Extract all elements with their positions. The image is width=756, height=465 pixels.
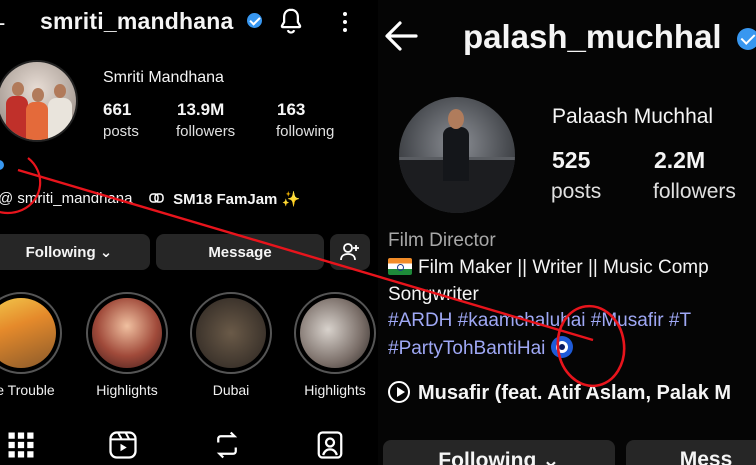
fam-jam-label: SM18 FamJam ✨ (173, 191, 301, 208)
threads-handle: smriti_mandhana (17, 190, 133, 207)
followers-label[interactable]: followers (176, 123, 235, 140)
profile-music-link[interactable]: Musafir (feat. Atif Aslam, Palak M (388, 381, 731, 405)
message-button[interactable]: Message (156, 234, 324, 270)
bio-line: #PartyTohBantiHai (388, 336, 574, 360)
followers-label-right[interactable]: followers (653, 180, 736, 204)
highlight-label: Dubai (212, 382, 250, 398)
following-label[interactable]: following (276, 123, 334, 140)
profile-avatar[interactable] (0, 60, 78, 142)
followers-count[interactable]: 13.9M (177, 100, 224, 120)
profile-username: smriti_mandhana (40, 8, 234, 34)
posts-label[interactable]: posts (103, 123, 139, 140)
bio-line: Songwriter (388, 284, 479, 305)
story-indicator-dot (0, 160, 4, 170)
play-icon (388, 381, 410, 403)
verified-badge-icon (737, 28, 756, 50)
music-title: Musafir (feat. Atif Aslam, Palak M (418, 382, 732, 404)
highlight-2[interactable] (294, 292, 376, 374)
left-profile-screenshot: - smriti_mandhana Smriti Mandhana 661 po… (0, 0, 378, 465)
profile-display-name: Smriti Mandhana (103, 69, 224, 86)
highlight-label: ble Trouble (0, 382, 55, 398)
threads-handle-link[interactable]: @ smriti_mandhana (0, 190, 132, 207)
bio-line: Film Maker || Writer || Music Comp (388, 257, 709, 279)
posts-count-right[interactable]: 525 (552, 147, 590, 174)
repost-icon[interactable] (212, 430, 242, 460)
link-icon (149, 193, 164, 203)
posts-label-right[interactable]: posts (551, 180, 601, 204)
following-count[interactable]: 163 (277, 100, 305, 120)
tagged-icon[interactable] (315, 430, 345, 460)
reels-icon[interactable] (108, 430, 138, 460)
bio-hashtag[interactable]: #PartyTohBantiHai (388, 338, 545, 359)
highlight-double-trouble[interactable] (0, 292, 62, 374)
following-button[interactable]: Following ⌄ (0, 234, 150, 270)
highlight-label: Highlights (304, 382, 366, 398)
more-icon[interactable] (338, 11, 352, 33)
evil-eye-icon (551, 336, 574, 358)
threads-icon: @ (0, 190, 13, 207)
posts-count[interactable]: 661 (103, 100, 131, 120)
add-user-button[interactable] (330, 234, 370, 270)
bell-icon[interactable] (276, 6, 306, 36)
back-arrow-icon[interactable] (382, 16, 420, 56)
grid-icon[interactable] (6, 430, 36, 460)
verified-badge-icon (247, 13, 262, 28)
bio-text: Film Maker || Writer || Music Comp (418, 257, 709, 278)
message-button-right[interactable]: Mess (626, 440, 756, 465)
followers-count-right[interactable]: 2.2M (654, 147, 705, 174)
profile-avatar-right[interactable] (399, 97, 515, 213)
following-button-right[interactable]: Following ⌄ (383, 440, 615, 465)
india-flag-icon (388, 258, 412, 275)
highlight-label: Highlights (96, 382, 158, 398)
profile-category: Film Director (388, 230, 496, 251)
fam-jam-link[interactable]: SM18 FamJam ✨ (149, 190, 300, 208)
bio-hashtags[interactable]: #ARDH #kaamchaluhai #Musafir #T (388, 310, 691, 332)
add-user-icon (340, 243, 359, 261)
highlight-1[interactable] (86, 292, 168, 374)
profile-username-right: palash_muchhal (463, 18, 722, 55)
back-glyph[interactable]: - (0, 10, 5, 36)
highlight-dubai[interactable] (190, 292, 272, 374)
profile-display-name-right: Palaash Muchhal (552, 105, 714, 128)
